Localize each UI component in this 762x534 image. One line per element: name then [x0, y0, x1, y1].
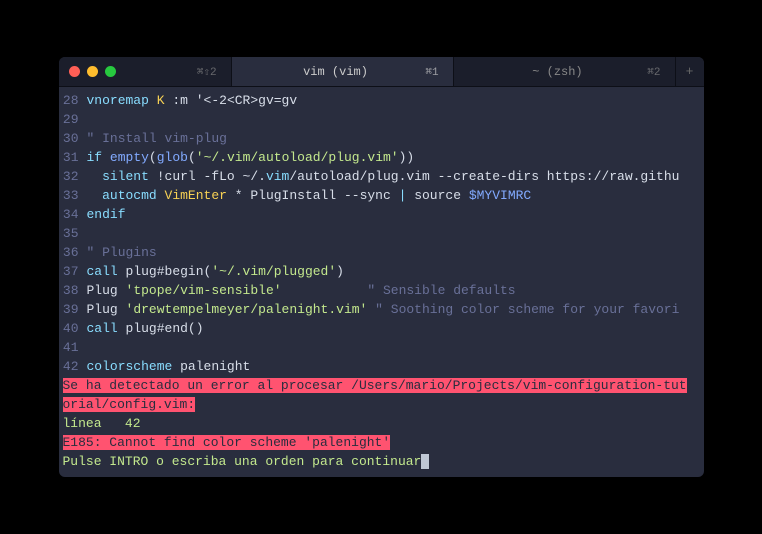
cursor [421, 454, 429, 469]
code-line: 28vnoremap K :m '<-2<CR>gv=gv [59, 91, 704, 110]
tab-zsh[interactable]: ~ (zsh) ⌘2 [454, 57, 676, 86]
code-line: 31if empty(glob('~/.vim/autoload/plug.vi… [59, 148, 704, 167]
new-tab-button[interactable]: + [676, 57, 704, 86]
code-line: 36" Plugins [59, 243, 704, 262]
code-line: 40call plug#end() [59, 319, 704, 338]
code-line: 42colorscheme palenight [59, 357, 704, 376]
code-line: 41 [59, 338, 704, 357]
code-line: 35 [59, 224, 704, 243]
code-line: 34endif [59, 205, 704, 224]
maximize-icon[interactable] [105, 66, 116, 77]
error-message: orial/config.vim: [59, 395, 704, 414]
error-message: Se ha detectado un error al procesar /Us… [59, 376, 704, 395]
titlebar: ⌘⇧2 vim (vim) ⌘1 ~ (zsh) ⌘2 + [59, 57, 704, 87]
code-line: 33 autocmd VimEnter * PlugInstall --sync… [59, 186, 704, 205]
prompt-continue: Pulse INTRO o escriba una orden para con… [59, 452, 704, 471]
editor-viewport[interactable]: 28vnoremap K :m '<-2<CR>gv=gv 29 30" Ins… [59, 87, 704, 477]
close-icon[interactable] [69, 66, 80, 77]
code-line: 38Plug 'tpope/vim-sensible' " Sensible d… [59, 281, 704, 300]
code-line: 29 [59, 110, 704, 129]
tab-vim[interactable]: vim (vim) ⌘1 [232, 57, 454, 86]
window-controls [59, 66, 126, 77]
tab-group: ⌘⇧2 vim (vim) ⌘1 ~ (zsh) ⌘2 + [126, 57, 704, 86]
minimize-icon[interactable] [87, 66, 98, 77]
error-message: E185: Cannot find color scheme 'palenigh… [59, 433, 704, 452]
code-line: 32 silent !curl -fLo ~/.vim/autoload/plu… [59, 167, 704, 186]
code-line: 37call plug#begin('~/.vim/plugged') [59, 262, 704, 281]
terminal-window: ⌘⇧2 vim (vim) ⌘1 ~ (zsh) ⌘2 + 28vnoremap… [59, 57, 704, 477]
error-line-number: línea 42 [59, 414, 704, 433]
tab-shortcut-hint: ⌘⇧2 [126, 57, 232, 86]
code-line: 39Plug 'drewtempelmeyer/palenight.vim' "… [59, 300, 704, 319]
code-line: 30" Install vim-plug [59, 129, 704, 148]
